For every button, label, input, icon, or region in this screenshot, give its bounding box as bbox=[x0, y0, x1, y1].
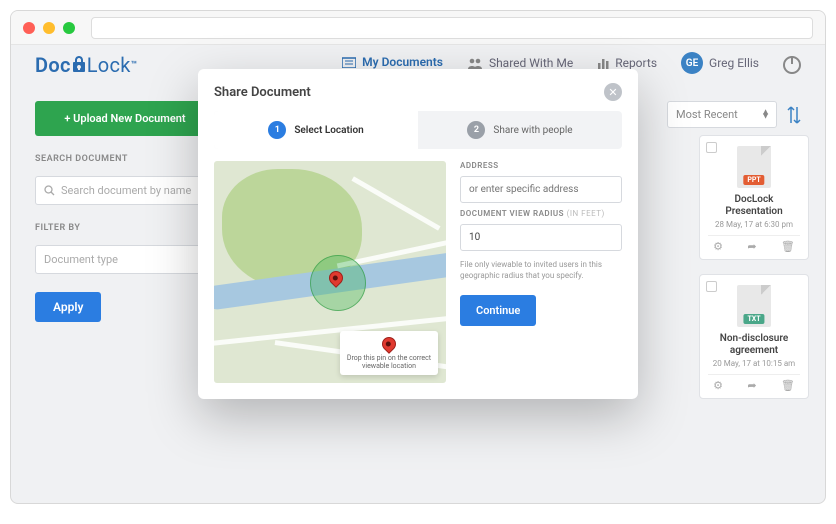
sort-direction-icon[interactable] bbox=[787, 105, 801, 125]
card-checkbox[interactable] bbox=[706, 281, 717, 292]
radius-input[interactable] bbox=[460, 224, 622, 251]
search-label: SEARCH DOCUMENT bbox=[35, 154, 215, 164]
upload-button[interactable]: + Upload New Document bbox=[35, 101, 215, 136]
gear-icon[interactable]: ⚙ bbox=[713, 379, 723, 392]
close-icon[interactable]: ✕ bbox=[604, 83, 622, 101]
step-location-tab[interactable]: 1 Select Location bbox=[214, 111, 418, 149]
file-icon: PPT bbox=[737, 146, 771, 188]
share-icon[interactable]: ➦ bbox=[747, 240, 756, 253]
search-icon bbox=[44, 185, 55, 196]
address-input[interactable] bbox=[460, 176, 622, 203]
gear-icon[interactable]: ⚙ bbox=[713, 240, 723, 253]
file-icon: TXT bbox=[737, 285, 771, 327]
url-bar[interactable] bbox=[91, 17, 813, 39]
document-card[interactable]: TXT Non-disclosure agreement 20 May, 17 … bbox=[699, 274, 809, 399]
filter-label: FILTER BY bbox=[35, 223, 215, 233]
address-label: ADDRESS bbox=[460, 161, 622, 170]
brand-logo[interactable]: Doc Lock ™ bbox=[35, 53, 137, 77]
pin-tooltip: Drop this pin on the correct viewable lo… bbox=[340, 331, 438, 375]
app-window: Doc Lock ™ My Documents Shared With Me R… bbox=[10, 10, 826, 504]
doc-title: Non-disclosure agreement bbox=[708, 333, 800, 357]
close-window-icon[interactable] bbox=[23, 22, 35, 34]
share-icon[interactable]: ➦ bbox=[747, 379, 756, 392]
trash-icon[interactable]: 🗑 bbox=[781, 379, 795, 392]
card-checkbox[interactable] bbox=[706, 142, 717, 153]
maximize-window-icon[interactable] bbox=[63, 22, 75, 34]
radius-label: DOCUMENT VIEW RADIUS (IN FEET) bbox=[460, 209, 622, 218]
documents-icon bbox=[342, 56, 356, 68]
doc-title: DocLock Presentation bbox=[708, 194, 800, 218]
doc-date: 20 May, 17 at 10:15 am bbox=[713, 359, 795, 368]
step-tabs: 1 Select Location 2 Share with people bbox=[214, 111, 622, 149]
lock-icon bbox=[71, 56, 87, 74]
people-icon bbox=[467, 57, 483, 69]
titlebar bbox=[11, 11, 825, 45]
share-modal: Share Document ✕ 1 Select Location 2 Sha… bbox=[198, 69, 638, 399]
brand-part2: Lock bbox=[87, 53, 131, 77]
chart-icon bbox=[597, 57, 609, 69]
window-controls bbox=[23, 22, 75, 34]
document-card[interactable]: PPT DocLock Presentation 28 May, 17 at 6… bbox=[699, 135, 809, 260]
power-icon[interactable] bbox=[783, 56, 801, 74]
avatar: GE bbox=[681, 52, 703, 74]
location-form: ADDRESS DOCUMENT VIEW RADIUS (IN FEET) F… bbox=[460, 161, 622, 383]
apply-button[interactable]: Apply bbox=[35, 292, 101, 322]
trash-icon[interactable]: 🗑 bbox=[781, 240, 795, 253]
doc-date: 28 May, 17 at 6:30 pm bbox=[715, 220, 793, 229]
minimize-window-icon[interactable] bbox=[43, 22, 55, 34]
continue-button[interactable]: Continue bbox=[460, 295, 536, 326]
brand-part1: Doc bbox=[35, 53, 71, 77]
sort-select[interactable]: Most Recent bbox=[667, 101, 777, 128]
sidebar: + Upload New Document SEARCH DOCUMENT Se… bbox=[35, 101, 215, 322]
search-input[interactable]: Search document by name bbox=[35, 176, 215, 205]
filter-select[interactable]: Document type bbox=[35, 245, 215, 274]
step-share-tab[interactable]: 2 Share with people bbox=[418, 111, 622, 149]
nav-user[interactable]: GE Greg Ellis bbox=[681, 52, 759, 78]
radius-help-text: File only viewable to invited users in t… bbox=[460, 259, 622, 281]
map-pin-icon bbox=[379, 334, 399, 354]
modal-title: Share Document bbox=[214, 85, 311, 100]
location-map[interactable]: Drop this pin on the correct viewable lo… bbox=[214, 161, 446, 383]
